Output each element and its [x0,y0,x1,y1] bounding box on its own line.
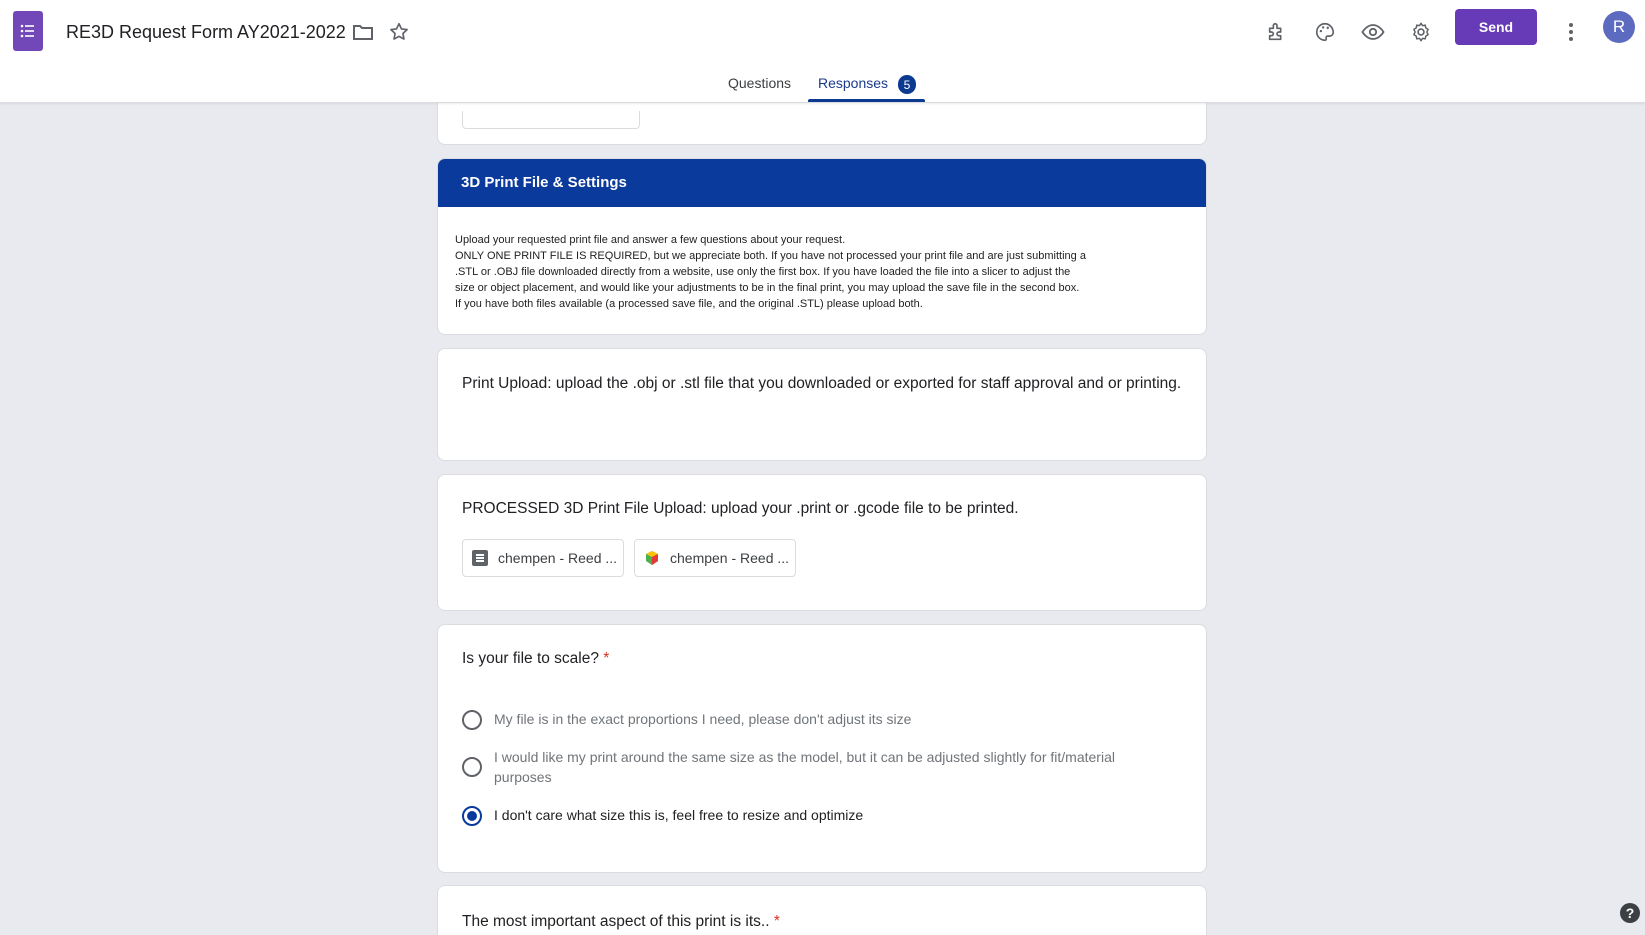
more-vert-icon[interactable] [1559,20,1583,44]
uploaded-file-chip[interactable]: chempen - Reed ... [634,539,796,577]
processed-upload-question-card[interactable]: PROCESSED 3D Print File Upload: upload y… [437,474,1207,611]
active-tab-indicator [808,99,925,102]
form-title[interactable]: RE3D Request Form AY2021-2022 [66,22,346,43]
tab-questions[interactable]: Questions [728,75,791,91]
file-name: chempen - Reed ... [498,550,618,566]
radio-option[interactable]: I would like my print around the same si… [462,747,1154,787]
star-icon[interactable] [387,20,411,44]
document-file-icon [472,550,488,566]
question-title: Print Upload: upload the .obj or .stl fi… [462,375,1182,392]
palette-icon[interactable] [1313,20,1337,44]
radio-button-checked[interactable] [462,806,482,826]
section-description: Upload your requested print file and ans… [455,232,1195,312]
previous-answer-field[interactable] [462,111,640,129]
addon-icon[interactable] [1265,20,1289,44]
send-button[interactable]: Send [1455,9,1537,45]
question-title: PROCESSED 3D Print File Upload: upload y… [462,500,1019,517]
radio-option-selected[interactable]: I don't care what size this is, feel fre… [462,805,1154,826]
top-app-bar: RE3D Request Form AY2021-2022 Send R Que… [0,0,1645,103]
form-tabs: Questions Responses 5 [0,66,1645,103]
scale-question-card[interactable]: Is your file to scale? * My file is in t… [437,624,1207,873]
folder-icon[interactable] [351,20,375,44]
print-upload-question-card[interactable]: Print Upload: upload the .obj or .stl fi… [437,348,1207,461]
radio-option[interactable]: My file is in the exact proportions I ne… [462,709,1154,730]
section-description-line: Upload your requested print file and ans… [455,234,846,246]
section-description-line: .STL or .OBJ file downloaded directly fr… [455,266,1071,278]
preview-eye-icon[interactable] [1361,20,1385,44]
question-title-text: The most important aspect of this print … [462,913,770,930]
important-aspect-question-card[interactable]: The most important aspect of this print … [437,885,1207,935]
uploaded-file-chip[interactable]: chempen - Reed ... [462,539,624,577]
section-description-line: If you have both files available (a proc… [455,298,923,310]
question-title: The most important aspect of this print … [462,910,780,934]
tab-responses[interactable]: Responses [818,75,888,91]
radio-option-label: I would like my print around the same si… [494,749,1115,785]
question-title-text: Is your file to scale? [462,650,599,667]
help-icon[interactable]: ? [1620,903,1640,923]
file-name: chempen - Reed ... [670,550,790,566]
section-description-line: size or object placement, and would like… [455,282,1080,294]
section-title: 3D Print File & Settings [461,174,627,191]
avatar[interactable]: R [1603,11,1635,43]
radio-button[interactable] [462,710,482,730]
radio-button[interactable] [462,757,482,777]
settings-gear-icon[interactable] [1409,20,1433,44]
section-banner: 3D Print File & Settings [438,159,1206,207]
required-asterisk: * [603,650,610,667]
radio-option-label: My file is in the exact proportions I ne… [494,711,912,727]
required-asterisk: * [773,913,780,930]
responses-count-badge: 5 [898,75,916,94]
radio-option-label: I don't care what size this is, feel fre… [494,807,864,823]
slicer-file-icon [644,550,660,566]
section-header-card: 3D Print File & Settings Upload your req… [437,158,1207,335]
forms-app-icon[interactable] [13,11,43,51]
section-description-line: ONLY ONE PRINT FILE IS REQUIRED, but we … [455,250,1086,262]
question-title: Is your file to scale? * [462,647,609,671]
